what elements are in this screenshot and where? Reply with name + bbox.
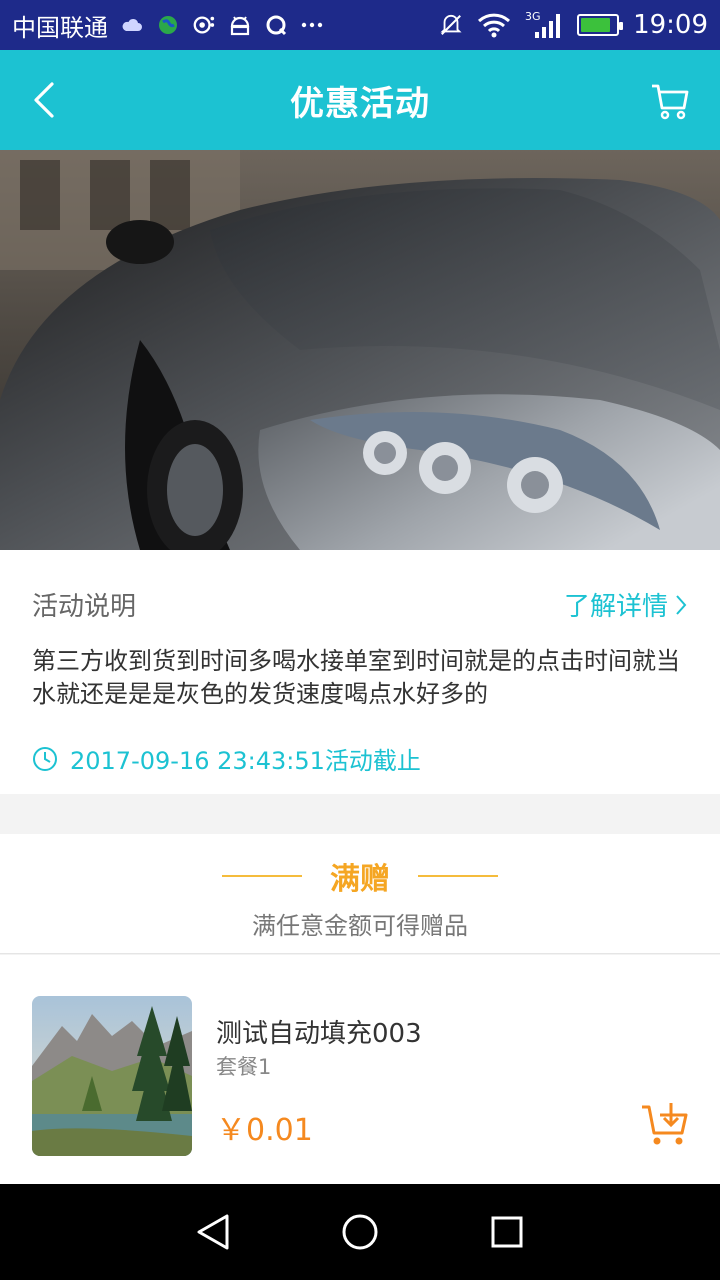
home-circle-icon[interactable] [338,1210,382,1254]
back-arrow-icon[interactable] [24,78,68,122]
activity-title: 活动说明 [32,592,137,622]
details-link-label: 了解详情 [563,592,668,622]
nav-bar: 优惠活动 [0,50,720,150]
activity-end-time: 2017-09-16 23:43:51活动截止 [32,741,688,776]
battery-icon [577,14,624,36]
activity-section: 活动说明 了解详情 第三方收到货到时间多喝水接单室到时间就是的点击时间就当水就还… [0,550,720,794]
screen: 中国联通 3G 19:09 优惠活动 活动说明 了解详情 第三方收到货到时间多喝… [0,0,720,1280]
product-item[interactable]: 测试自动填充003 套餐1 ￥0.01 [0,955,720,1185]
cloud-icon [120,13,144,37]
add-to-cart-icon[interactable] [640,1101,690,1147]
banner-image[interactable] [0,150,720,550]
status-time: 19:09 [633,10,708,40]
gift-subtitle: 满任意金额可得赠品 [252,912,468,940]
status-left: 中国联通 [12,8,324,43]
mute-icon [439,13,463,37]
android-icon [228,13,252,37]
status-right: 3G 19:09 [439,10,708,40]
status-bar: 中国联通 3G 19:09 [0,0,720,50]
product-price: ￥0.01 [216,1113,313,1148]
radar-icon [192,13,216,37]
gift-divider-right [418,875,498,877]
product-name: 测试自动填充003 [216,1019,422,1049]
chevron-right-icon [674,593,688,617]
globe-icon [156,13,180,37]
sports-car-photo [0,150,720,550]
gift-section: 满赠 满任意金额可得赠品 [0,834,720,954]
gift-title: 满赠 [330,862,390,897]
activity-description: 第三方收到货到时间多喝水接单室到时间就是的点击时间就当水就还是是是灰色的发货速度… [32,647,680,708]
product-spec: 套餐1 [216,1055,272,1079]
back-triangle-icon[interactable] [191,1210,235,1254]
signal-icon: 3G [525,10,563,38]
end-time-label: 2017-09-16 23:43:51活动截止 [70,747,421,775]
recents-square-icon[interactable] [485,1210,529,1254]
qq-icon [264,13,288,37]
battery-level-fill [581,18,610,32]
wifi-icon [477,13,511,38]
activity-header: 活动说明 了解详情 [32,586,688,623]
system-nav-bar [0,1184,720,1280]
details-link[interactable]: 了解详情 [564,586,688,623]
network-type-label: 3G [525,10,541,23]
gift-title-row: 满赠 [0,856,720,897]
mountain-landscape-image [32,996,192,1156]
more-icon [300,13,324,37]
cart-icon[interactable] [648,78,692,122]
gift-divider-left [222,875,302,877]
clock-icon [32,746,58,772]
product-thumbnail [32,996,192,1156]
page-title: 优惠活动 [290,83,430,124]
carrier-label: 中国联通 [12,13,108,42]
